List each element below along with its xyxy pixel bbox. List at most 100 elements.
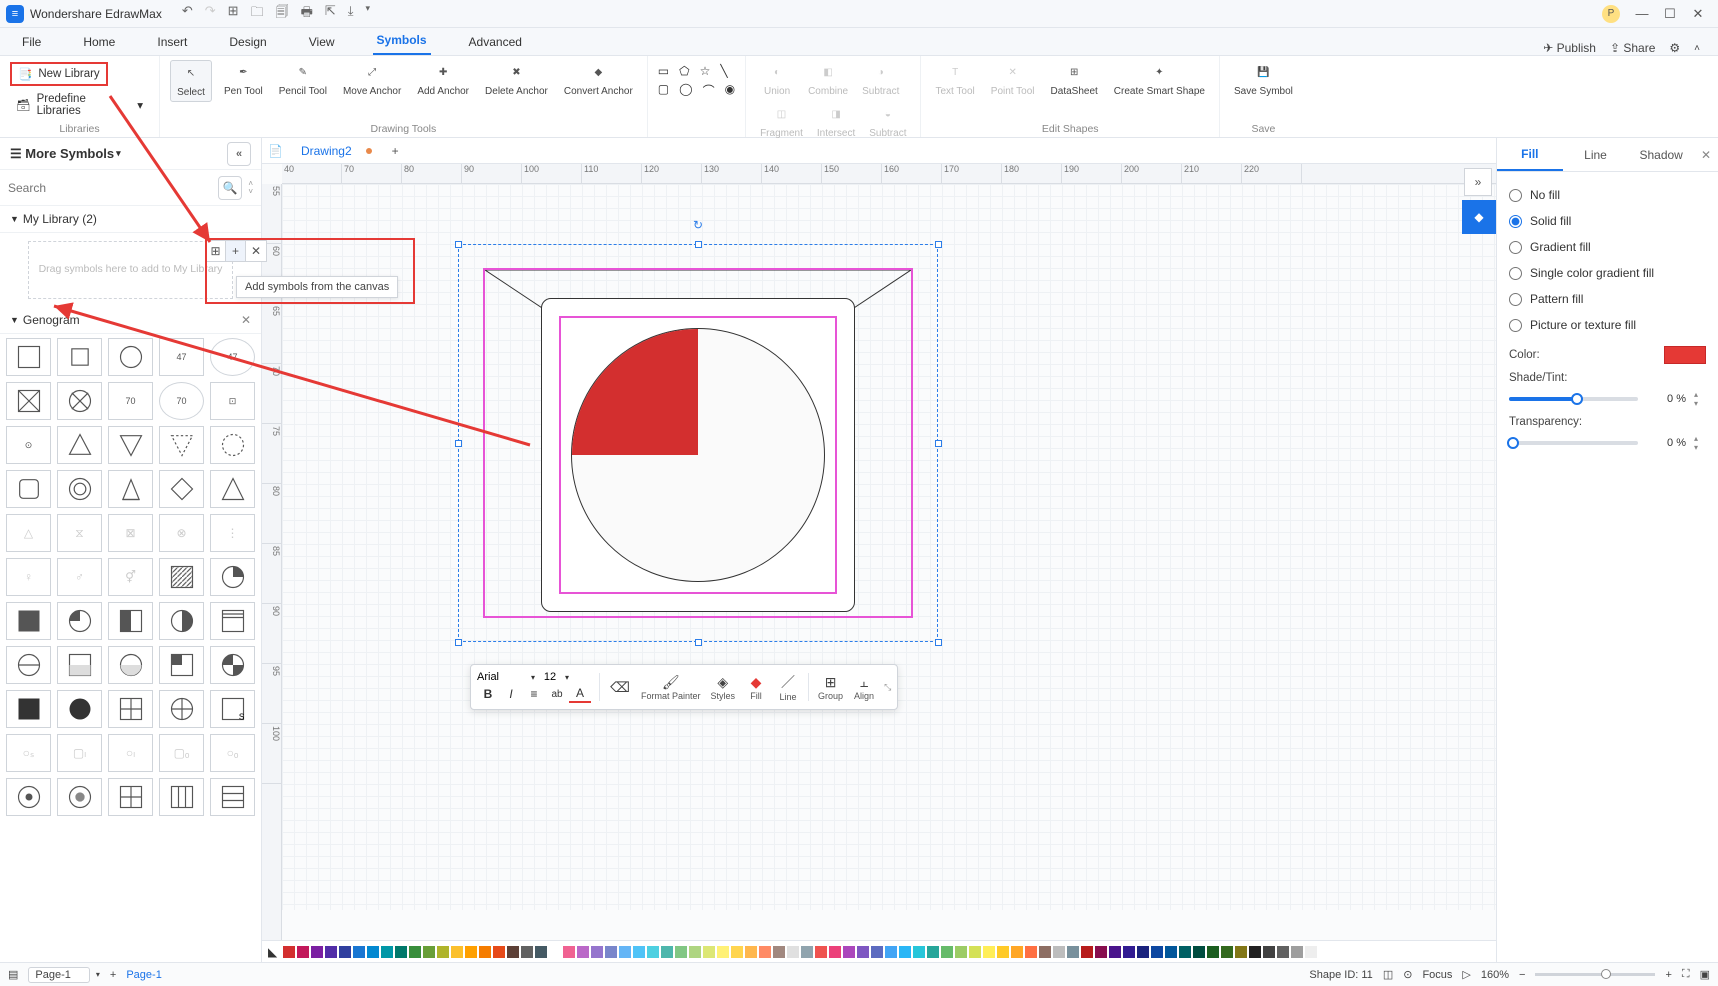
palette-swatch[interactable] [675, 946, 687, 958]
palette-swatch[interactable] [1053, 946, 1065, 958]
symbol-item[interactable] [6, 382, 51, 420]
palette-swatch[interactable] [661, 946, 673, 958]
palette-swatch[interactable] [1221, 946, 1233, 958]
rp-close-icon[interactable]: ✕ [1694, 148, 1718, 162]
color-swatch[interactable] [1664, 346, 1706, 364]
transparency-slider[interactable] [1509, 441, 1638, 445]
tab-insert[interactable]: Insert [153, 29, 191, 55]
convert-anchor-tool[interactable]: ◆Convert Anchor [560, 60, 637, 100]
palette-swatch[interactable] [997, 946, 1009, 958]
zoom-out-button[interactable]: − [1519, 969, 1525, 981]
palette-swatch[interactable] [437, 946, 449, 958]
symbol-item[interactable] [57, 470, 102, 508]
symbol-item[interactable] [210, 602, 255, 640]
undo-icon[interactable]: ↶ [182, 3, 193, 25]
symbol-item[interactable] [108, 426, 153, 464]
palette-swatch[interactable] [1067, 946, 1079, 958]
symbol-item[interactable]: ○ₗ [108, 734, 153, 772]
palette-swatch[interactable] [1039, 946, 1051, 958]
palette-swatch[interactable] [1305, 946, 1317, 958]
combine-button[interactable]: ◧Combine [804, 60, 852, 100]
palette-swatch[interactable] [955, 946, 967, 958]
pie-circle-shape[interactable] [571, 328, 825, 582]
palette-swatch[interactable] [1263, 946, 1275, 958]
palette-swatch[interactable] [507, 946, 519, 958]
palette-swatch[interactable] [1109, 946, 1121, 958]
strikethrough-button[interactable]: ab [546, 685, 568, 703]
rotate-handle-icon[interactable]: ↻ [693, 218, 703, 232]
palette-swatch[interactable] [1207, 946, 1219, 958]
symbol-item[interactable]: ▢ₗ [57, 734, 102, 772]
palette-swatch[interactable] [899, 946, 911, 958]
palette-swatch[interactable] [1081, 946, 1093, 958]
palette-swatch[interactable] [549, 946, 561, 958]
shape-rect-icon[interactable]: ▭ [658, 64, 669, 78]
predefine-libraries-button[interactable]: 🗃 Predefine Libraries▾ [10, 90, 149, 120]
symbol-item[interactable]: 47 [210, 338, 255, 376]
symbol-item[interactable]: ○ₛ [6, 734, 51, 772]
palette-swatch[interactable] [535, 946, 547, 958]
rp-tab-shadow[interactable]: Shadow [1628, 140, 1694, 170]
palette-swatch[interactable] [857, 946, 869, 958]
genogram-close-icon[interactable]: ✕ [241, 313, 251, 327]
palette-swatch[interactable] [1123, 946, 1135, 958]
symbol-item[interactable] [159, 778, 204, 816]
palette-swatch[interactable] [283, 946, 295, 958]
palette-swatch[interactable] [451, 946, 463, 958]
fill-opt-singlegrad[interactable] [1509, 267, 1522, 280]
eyedropper-icon[interactable]: ◣ [268, 945, 277, 959]
symbol-item[interactable] [57, 646, 102, 684]
tab-symbols[interactable]: Symbols [373, 27, 431, 55]
redo-icon[interactable]: ↷ [205, 3, 216, 25]
clear-format-button[interactable]: ⌫ [606, 669, 634, 705]
tab-advanced[interactable]: Advanced [465, 29, 526, 55]
symbol-item[interactable] [57, 426, 102, 464]
close-button[interactable]: ✕ [1684, 6, 1712, 22]
symbol-item[interactable] [159, 646, 204, 684]
mylib-add-icon[interactable]: + [226, 241, 246, 261]
symbol-item[interactable]: ⊠ [108, 514, 153, 552]
tab-home[interactable]: Home [79, 29, 119, 55]
line-button[interactable]: ／Line [774, 669, 802, 705]
export-icon[interactable]: ⇱ [325, 3, 336, 25]
fill-opt-solid[interactable] [1509, 215, 1522, 228]
datasheet-button[interactable]: ⊞DataSheet [1047, 60, 1102, 100]
symbol-item[interactable] [210, 646, 255, 684]
symbol-item[interactable]: ○ₒ [210, 734, 255, 772]
palette-swatch[interactable] [829, 946, 841, 958]
palette-swatch[interactable] [1165, 946, 1177, 958]
mylib-add-from-file-icon[interactable]: ⊞ [206, 241, 226, 261]
symbol-item[interactable]: ⧖ [57, 514, 102, 552]
styles-button[interactable]: ◈Styles [708, 669, 739, 705]
more-icon[interactable]: ▾ [366, 3, 371, 25]
palette-swatch[interactable] [493, 946, 505, 958]
symbol-item[interactable] [6, 778, 51, 816]
palette-swatch[interactable] [885, 946, 897, 958]
symbol-item[interactable] [159, 690, 204, 728]
palette-swatch[interactable] [941, 946, 953, 958]
palette-swatch[interactable] [787, 946, 799, 958]
new-icon[interactable]: ⊞ [228, 3, 239, 25]
tab-file[interactable]: File [18, 29, 45, 55]
fontsize-select[interactable] [537, 671, 563, 683]
focus-icon[interactable]: ⊙ [1403, 968, 1412, 981]
shape-line-icon[interactable]: ╲ [720, 64, 727, 78]
palette-swatch[interactable] [1249, 946, 1261, 958]
fill-opt-gradient[interactable] [1509, 241, 1522, 254]
palette-swatch[interactable] [311, 946, 323, 958]
search-input[interactable] [8, 181, 212, 195]
zoom-in-button[interactable]: + [1665, 969, 1671, 981]
palette-swatch[interactable] [577, 946, 589, 958]
palette-swatch[interactable] [423, 946, 435, 958]
symbol-item[interactable]: ⚥ [108, 558, 153, 596]
zoom-slider[interactable] [1535, 973, 1655, 976]
save-icon[interactable]: 🗐 [276, 3, 289, 25]
add-anchor-tool[interactable]: ✚Add Anchor [413, 60, 473, 100]
shade-slider[interactable] [1509, 397, 1638, 401]
palette-swatch[interactable] [605, 946, 617, 958]
palette-swatch[interactable] [1235, 946, 1247, 958]
symbol-item[interactable] [6, 646, 51, 684]
palette-swatch[interactable] [1137, 946, 1149, 958]
fragment-button[interactable]: ◫Fragment [756, 102, 807, 142]
symbol-item[interactable] [6, 690, 51, 728]
